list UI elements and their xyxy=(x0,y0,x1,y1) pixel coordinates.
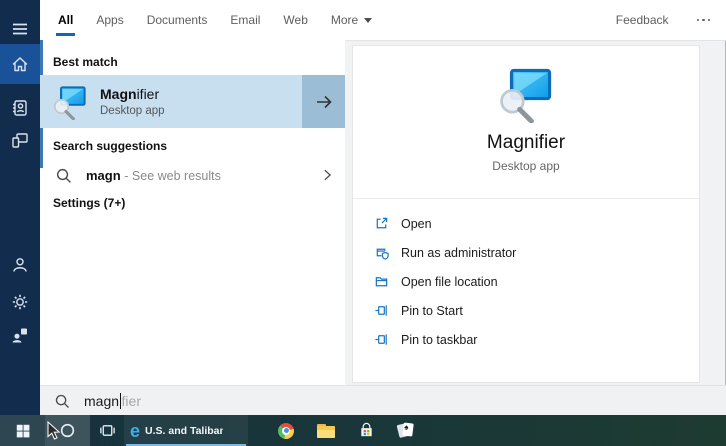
windows-logo-icon xyxy=(16,424,29,437)
hamburger-icon xyxy=(13,23,27,35)
chevron-right-icon xyxy=(309,167,345,183)
search-filter-header: All Apps Documents Email Web More Feedba… xyxy=(40,0,726,41)
inline-completion-text: fier xyxy=(121,392,141,409)
more-options-icon[interactable] xyxy=(695,15,713,26)
tab-email-label: Email xyxy=(230,13,261,27)
person-icon xyxy=(13,258,27,272)
search-input-text: magn fier xyxy=(84,392,141,409)
tab-apps-label: Apps xyxy=(96,13,124,27)
chrome-icon xyxy=(278,422,294,439)
action-pin-to-start[interactable]: Pin to Start xyxy=(353,296,699,325)
search-icon xyxy=(40,393,84,409)
best-match-text: Magnifier Desktop app xyxy=(100,86,302,117)
file-explorer-icon xyxy=(317,423,335,438)
tab-documents[interactable]: Documents xyxy=(147,0,208,40)
feedback-person-icon xyxy=(12,328,27,343)
tab-all-label: All xyxy=(58,13,74,27)
preview-actions-list: Open Run as administrator Open file loca… xyxy=(353,209,699,354)
taskbar-store-button[interactable] xyxy=(346,415,386,446)
taskbar: e U.S. and Taliban Agre... xyxy=(0,415,726,446)
magnifier-app-icon xyxy=(40,84,100,120)
rail-devices-button[interactable] xyxy=(0,120,40,160)
action-pin-taskbar-label: Pin to taskbar xyxy=(401,332,478,347)
task-view-icon xyxy=(99,425,115,436)
notebook-icon xyxy=(13,100,27,116)
taskbar-chrome-button[interactable] xyxy=(266,415,306,446)
edge-icon: e xyxy=(130,420,141,441)
run-admin-icon xyxy=(374,245,401,260)
preview-divider xyxy=(353,198,699,199)
pin-icon xyxy=(374,332,401,347)
home-icon xyxy=(12,57,28,72)
hamburger-menu-button[interactable] xyxy=(0,9,40,49)
search-results-panel: Best match Magnifier Desktop app Search … xyxy=(40,40,345,385)
tab-web-label: Web xyxy=(283,13,308,27)
gear-icon xyxy=(12,294,28,310)
section-settings[interactable]: Settings (7+) xyxy=(40,196,345,210)
start-button[interactable] xyxy=(0,415,45,446)
preview-app-type: Desktop app xyxy=(492,159,560,173)
rail-feedback-button[interactable] xyxy=(0,315,40,355)
best-match-result-magnifier[interactable]: Magnifier Desktop app xyxy=(40,75,345,128)
action-open[interactable]: Open xyxy=(353,209,699,238)
header-right-group: Feedback xyxy=(616,13,726,27)
open-icon xyxy=(374,216,401,231)
right-arrow-icon xyxy=(316,95,332,108)
taskbar-file-explorer-button[interactable] xyxy=(306,415,346,446)
suggestion-hint: - See web results xyxy=(124,168,221,183)
action-open-file-location-label: Open file location xyxy=(401,274,498,289)
open-file-location-icon xyxy=(374,274,401,289)
task-view-button[interactable] xyxy=(90,415,124,446)
section-search-suggestions: Search suggestions xyxy=(53,139,168,153)
magnifier-app-icon-large xyxy=(497,65,555,128)
action-run-as-administrator[interactable]: Run as administrator xyxy=(353,238,699,267)
rail-account-button[interactable] xyxy=(0,245,40,285)
tab-email[interactable]: Email xyxy=(230,0,260,40)
title-rest-part: ifier xyxy=(136,86,160,102)
tab-apps[interactable]: Apps xyxy=(96,0,123,40)
tab-more-label: More xyxy=(330,13,359,27)
microsoft-store-icon xyxy=(360,422,372,437)
action-run-admin-label: Run as administrator xyxy=(401,245,517,260)
rail-home-button[interactable] xyxy=(0,44,40,84)
search-icon xyxy=(40,167,86,184)
devices-icon xyxy=(12,133,28,148)
tab-more[interactable]: More xyxy=(330,0,373,40)
tab-web[interactable]: Web xyxy=(283,0,307,40)
taskbar-edge-news-button[interactable]: e U.S. and Taliban Agre... xyxy=(124,415,248,446)
tab-all[interactable]: All xyxy=(56,0,76,40)
filter-tabs: All Apps Documents Email Web More xyxy=(40,0,373,40)
suggestion-row-magn[interactable]: magn - See web results xyxy=(40,158,345,192)
dropdown-triangle-icon xyxy=(364,17,373,23)
windows-search-flyout: All Apps Documents Email Web More Feedba… xyxy=(0,0,726,446)
title-matched-part: Magn xyxy=(100,86,137,102)
suggestion-query: magn xyxy=(86,167,121,183)
pin-icon xyxy=(374,303,401,318)
search-ring-icon xyxy=(60,423,75,438)
action-open-label: Open xyxy=(401,216,432,231)
best-match-title: Magnifier xyxy=(100,86,302,102)
navigation-rail xyxy=(0,0,40,415)
expand-preview-button[interactable] xyxy=(302,75,345,128)
taskbar-solitaire-button[interactable] xyxy=(386,415,426,446)
tab-documents-label: Documents xyxy=(146,13,208,27)
best-match-subtitle: Desktop app xyxy=(100,105,165,117)
typed-text: magn xyxy=(84,392,120,409)
action-pin-start-label: Pin to Start xyxy=(401,303,463,318)
action-pin-to-taskbar[interactable]: Pin to taskbar xyxy=(353,325,699,354)
suggestion-text: magn - See web results xyxy=(86,168,309,183)
search-input[interactable]: magn fier xyxy=(40,385,726,415)
preview-app-name: Magnifier xyxy=(486,132,566,153)
section-best-match: Best match xyxy=(53,55,118,69)
mouse-cursor xyxy=(47,421,61,440)
action-open-file-location[interactable]: Open file location xyxy=(353,267,699,296)
active-tab-underline xyxy=(56,33,76,36)
news-headline-label: U.S. and Taliban Agre... xyxy=(145,424,224,437)
feedback-link[interactable]: Feedback xyxy=(616,13,669,27)
solitaire-cards-icon xyxy=(396,422,415,439)
app-preview-panel: Magnifier Desktop app Open Run as admini… xyxy=(352,45,700,383)
